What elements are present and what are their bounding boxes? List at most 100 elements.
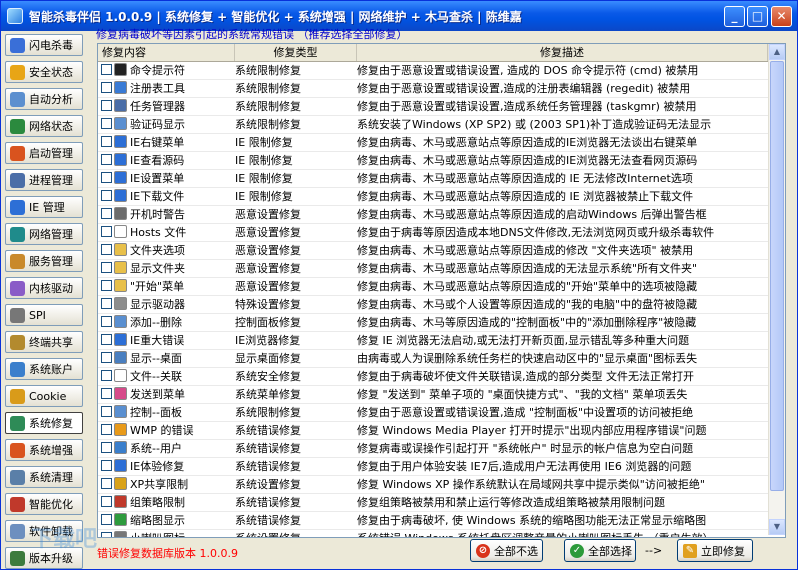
scroll-thumb[interactable] (770, 61, 784, 491)
row-checkbox[interactable] (101, 118, 112, 129)
table-row[interactable]: IE下载文件 IE 限制修复 修复由病毒、木马或恶意站点等原因造成的 IE 浏览器被… (98, 188, 768, 206)
table-row[interactable]: 显示--桌面 显示桌面修复 由病毒或人为误删除系统任务栏的快速启动区中的"显示桌面"… (98, 350, 768, 368)
row-checkbox[interactable] (101, 172, 112, 183)
row-checkbox[interactable] (101, 262, 112, 273)
column-header-description[interactable]: 修复描述 (357, 44, 768, 61)
table-row[interactable]: IE右键菜单 IE 限制修复 修复由病毒、木马或恶意站点等原因造成的IE浏览器无法谈… (98, 134, 768, 152)
sidebar-item-14[interactable]: 系统修复 (5, 412, 83, 434)
sidebar-item-5[interactable]: 进程管理 (5, 169, 83, 191)
repair-now-button[interactable]: ✎ 立即修复 (677, 539, 753, 562)
row-checkbox[interactable] (101, 352, 112, 363)
table-row[interactable]: IE重大错误 IE浏览器修复 修复 IE 浏览器无法启动,或无法打开新页面,显示错乱… (98, 332, 768, 350)
row-icon (114, 207, 127, 220)
row-checkbox[interactable] (101, 226, 112, 237)
table-row[interactable]: 显示文件夹 恶意设置修复 修复由病毒、木马或恶意站点等原因造成的无法显示系统"所有文… (98, 260, 768, 278)
sidebar-item-0[interactable]: 闪电杀毒 (5, 34, 83, 56)
row-description: 修复由病毒、木马或个人设置等原因造成的"我的电脑"中的盘符被隐藏 (357, 298, 698, 311)
minimize-button[interactable]: _ (724, 6, 745, 27)
row-checkbox[interactable] (101, 370, 112, 381)
row-checkbox[interactable] (101, 388, 112, 399)
table-row[interactable]: 任务管理器 系统限制修复 修复由于恶意设置或错误设置,造成系统任务管理器 (task… (98, 98, 768, 116)
row-checkbox[interactable] (101, 334, 112, 345)
sidebar-item-6[interactable]: IE 管理 (5, 196, 83, 218)
stop-icon: ⊘ (476, 543, 490, 558)
table-row[interactable]: 文件夹选项 恶意设置修复 修复由病毒、木马或恶意站点等原因造成的修改 "文件夹选项"… (98, 242, 768, 260)
row-content: "开始"菜单 (130, 280, 185, 293)
sidebar-item-3[interactable]: 网络状态 (5, 115, 83, 137)
row-checkbox[interactable] (101, 316, 112, 327)
sidebar-item-7[interactable]: 网络管理 (5, 223, 83, 245)
table-row[interactable]: 发送到菜单 系统菜单修复 修复 "发送到" 菜单子项的 "桌面快捷方式"、"我的文档… (98, 386, 768, 404)
row-checkbox[interactable] (101, 190, 112, 201)
sidebar-item-12[interactable]: 系统账户 (5, 358, 83, 380)
table-row[interactable]: Hosts 文件 恶意设置修复 修复由于病毒等原因造成本地DNS文件修改,无法浏览网… (98, 224, 768, 242)
column-header-type[interactable]: 修复类型 (235, 44, 357, 61)
table-row[interactable]: 组策略限制 系统错误修复 修复组策略被禁用和禁止运行等修改造成组策略被禁用限制问题 (98, 494, 768, 512)
table-row[interactable]: "开始"菜单 恶意设置修复 修复由病毒、木马或恶意站点等原因造成的"开始"菜单中的选… (98, 278, 768, 296)
row-content: IE下载文件 (130, 190, 185, 203)
row-checkbox[interactable] (101, 136, 112, 147)
table-row[interactable]: 命令提示符 系统限制修复 修复由于恶意设置或错误设置, 造成的 DOS 命令提示符 … (98, 62, 768, 80)
table-row[interactable]: XP共享限制 系统设置修复 修复 Windows XP 操作系统默认在局域网共享中提… (98, 476, 768, 494)
vertical-scrollbar[interactable]: ▲ ▼ (768, 44, 785, 535)
table-row[interactable]: 控制--面板 系统限制修复 修复由于恶意设置或错误设置,造成 "控制面板"中设置项的… (98, 404, 768, 422)
table-row[interactable]: IE查看源码 IE 限制修复 修复由病毒、木马或恶意站点等原因造成的IE浏览器无法查… (98, 152, 768, 170)
row-checkbox[interactable] (101, 496, 112, 507)
sidebar-item-10[interactable]: SPI (5, 304, 83, 326)
row-checkbox[interactable] (101, 82, 112, 93)
row-checkbox[interactable] (101, 280, 112, 291)
globe-icon (10, 118, 25, 134)
close-button[interactable]: ✕ (771, 6, 792, 27)
row-checkbox[interactable] (101, 154, 112, 165)
row-checkbox[interactable] (101, 424, 112, 435)
row-checkbox[interactable] (101, 532, 112, 537)
sidebar-item-1[interactable]: 安全状态 (5, 61, 83, 83)
sidebar-item-label: 进程管理 (29, 174, 73, 187)
row-content: IE体验修复 (130, 460, 185, 473)
sidebar-item-8[interactable]: 服务管理 (5, 250, 83, 272)
main-window: 智能杀毒伴侣 1.0.0.9 | 系统修复 + 智能优化 + 系统增强 | 网络… (0, 0, 798, 570)
table-row[interactable]: 注册表工具 系统限制修复 修复由于恶意设置或错误设置,造成的注册表编辑器 (rege… (98, 80, 768, 98)
select-none-button[interactable]: ⊘ 全部不选 (470, 539, 543, 562)
sidebar-item-13[interactable]: Cookie (5, 385, 83, 407)
table-row[interactable]: IE体验修复 系统错误修复 修复由于用户体验安装 IE7后,造成用户无法再使用 IE… (98, 458, 768, 476)
row-checkbox[interactable] (101, 406, 112, 417)
scroll-up-button[interactable]: ▲ (769, 44, 785, 60)
sidebar-item-9[interactable]: 内核驱动 (5, 277, 83, 299)
sidebar-item-4[interactable]: 启动管理 (5, 142, 83, 164)
row-checkbox[interactable] (101, 64, 112, 75)
table-row[interactable]: WMP 的错误 系统错误修复 修复 Windows Media Player 打开时… (98, 422, 768, 440)
row-checkbox[interactable] (101, 100, 112, 111)
table-row[interactable]: 文件--关联 系统安全修复 修复由于病毒破坏使文件关联错误,造成的部分类型 文件无法… (98, 368, 768, 386)
table-row[interactable]: 添加--删除 控制面板修复 修复由病毒、木马等原因造成的"控制面板"中的"添加删除程… (98, 314, 768, 332)
row-checkbox[interactable] (101, 298, 112, 309)
row-checkbox[interactable] (101, 208, 112, 219)
sidebar-item-15[interactable]: 系统增强 (5, 439, 83, 461)
sidebar-item-16[interactable]: 系统清理 (5, 466, 83, 488)
row-checkbox[interactable] (101, 442, 112, 453)
info-icon (10, 64, 25, 80)
row-checkbox[interactable] (101, 478, 112, 489)
row-type: IE 限制修复 (235, 190, 293, 203)
scroll-down-button[interactable]: ▼ (769, 519, 785, 535)
row-type: 系统限制修复 (235, 82, 301, 95)
sidebar-item-17[interactable]: 智能优化 (5, 493, 83, 515)
table-row[interactable]: IE设置菜单 IE 限制修复 修复由病毒、木马或恶意站点等原因造成的 IE 无法修改… (98, 170, 768, 188)
table-row[interactable]: 缩略图显示 系统错误修复 修复由于病毒破坏, 使 Windows 系统的缩略图功能无… (98, 512, 768, 530)
column-header-content[interactable]: 修复内容 (98, 44, 235, 61)
table-row[interactable]: 小喇叭图标系统设置修复系统错误,Windows 系统托盘区调整音量的小喇叭图标丢… (98, 530, 768, 537)
row-checkbox[interactable] (101, 460, 112, 471)
row-description: 修复由病毒、木马或恶意站点等原因造成的IE浏览器无法谈出右键菜单 (357, 136, 698, 149)
maximize-button[interactable]: □ (747, 6, 768, 27)
table-row[interactable]: 系统--用户 系统错误修复 修复病毒或误操作引起打开 "系统帐户" 时显示的帐户信息… (98, 440, 768, 458)
table-row[interactable]: 开机时警告 恶意设置修复 修复由病毒、木马或恶意站点等原因造成的启动Windows … (98, 206, 768, 224)
row-checkbox[interactable] (101, 514, 112, 525)
table-row[interactable]: 显示驱动器 特殊设置修复 修复由病毒、木马或个人设置等原因造成的"我的电脑"中的盘符… (98, 296, 768, 314)
sidebar-item-11[interactable]: 终端共享 (5, 331, 83, 353)
row-checkbox[interactable] (101, 244, 112, 255)
sidebar-item-2[interactable]: 自动分析 (5, 88, 83, 110)
select-all-button[interactable]: ✓ 全部选择 (564, 539, 636, 562)
row-content: IE设置菜单 (130, 172, 185, 185)
arrow-text: --> (645, 544, 663, 557)
table-row[interactable]: 验证码显示 系统限制修复 系统安装了Windows (XP SP2) 或 (2003… (98, 116, 768, 134)
